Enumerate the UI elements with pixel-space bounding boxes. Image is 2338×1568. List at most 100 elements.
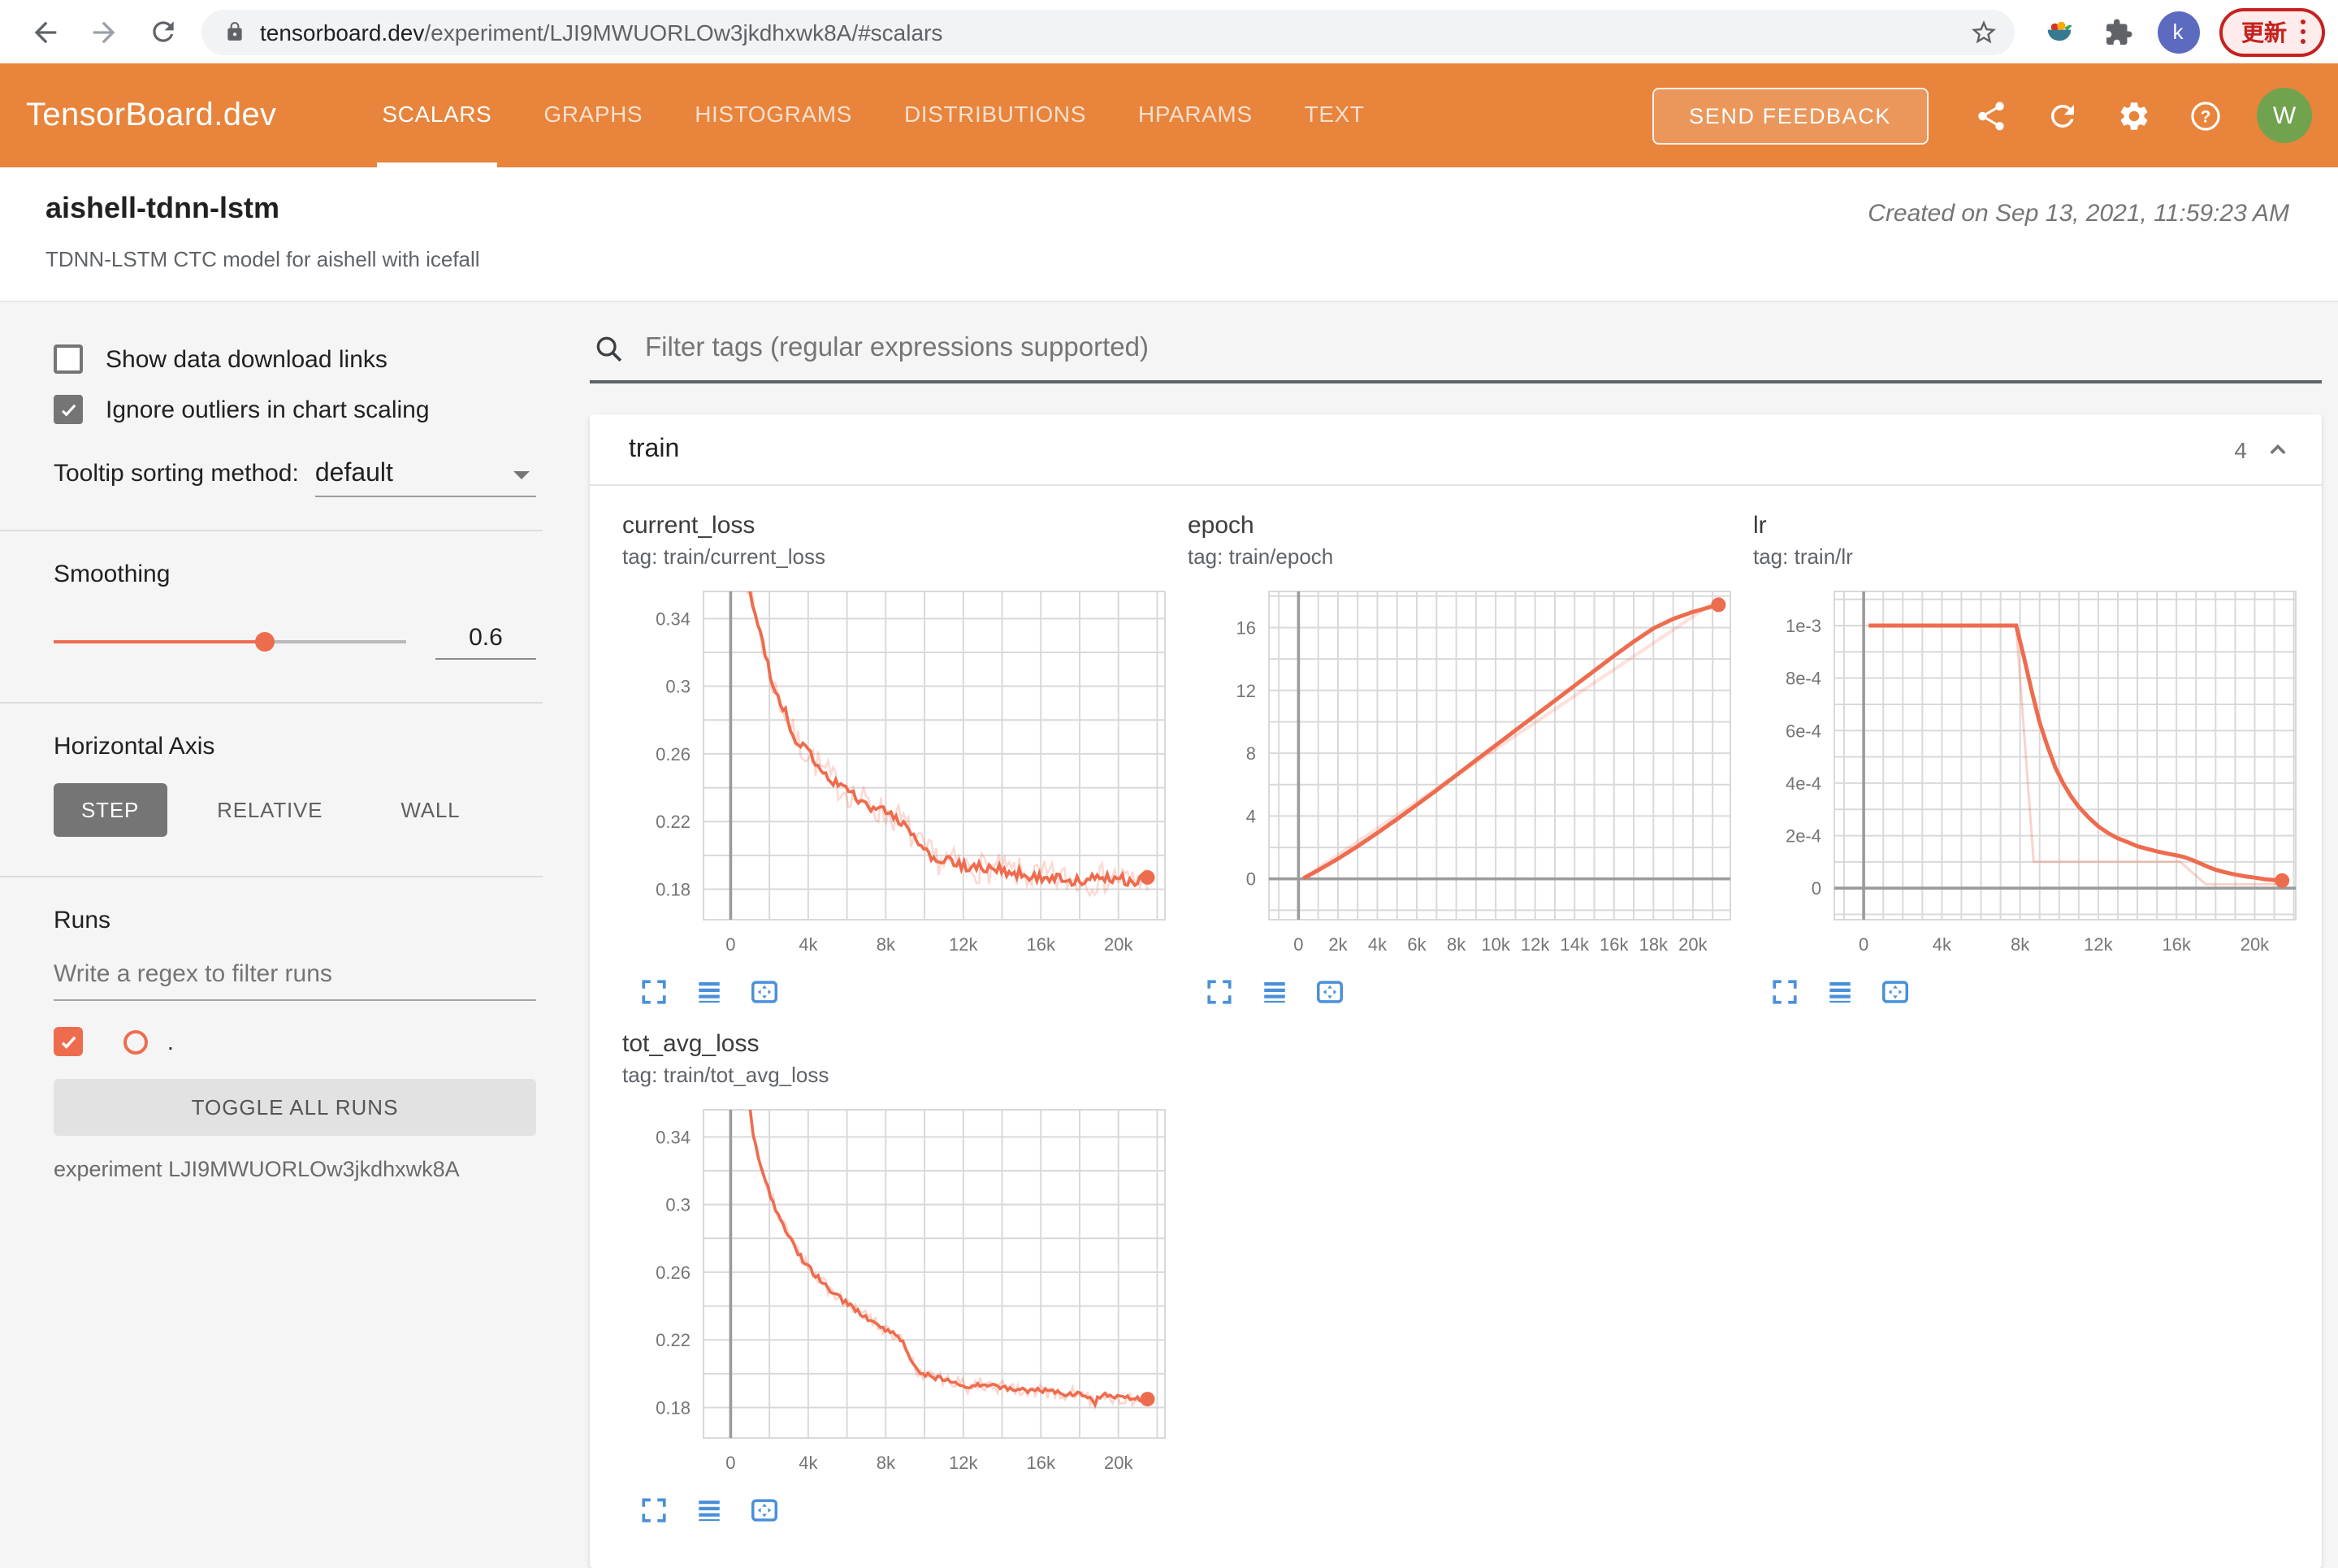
axis-step-button[interactable]: STEP <box>54 783 167 837</box>
svg-text:12: 12 <box>1236 681 1256 701</box>
chart-title: current_loss <box>622 512 756 539</box>
svg-text:2k: 2k <box>1328 934 1348 955</box>
user-avatar[interactable]: W <box>2257 88 2312 143</box>
settings-gear-icon[interactable] <box>2114 96 2153 135</box>
tag-filter-input[interactable] <box>642 331 2319 366</box>
chart-title: epoch <box>1188 512 1254 539</box>
svg-text:0.26: 0.26 <box>656 744 691 765</box>
sidebar-divider <box>0 876 543 877</box>
run-color-swatch <box>123 1029 148 1054</box>
chart-toolbar <box>1769 977 2306 1007</box>
ignore-outliers-checkbox[interactable] <box>54 395 83 424</box>
chart-title: tot_avg_loss <box>622 1030 760 1058</box>
svg-text:0: 0 <box>1859 934 1868 955</box>
scalar-chart-current-loss: current_loss tag: train/current_loss 0.1… <box>616 512 1181 1007</box>
data-lines-icon[interactable] <box>1259 977 1290 1007</box>
fit-domain-icon[interactable] <box>1880 977 1911 1007</box>
header-actions: SEND FEEDBACK ? W <box>1652 63 2312 167</box>
kebab-menu-icon <box>2300 19 2306 45</box>
chart-tag: tag: train/tot_avg_loss <box>622 1063 829 1087</box>
fit-domain-icon[interactable] <box>749 1495 780 1526</box>
chart-plot[interactable]: 0.18 0.22 0.26 0.3 0.34 0 4k 8k 12k 16k 20k <box>622 1097 1175 1484</box>
svg-text:8k: 8k <box>877 1453 896 1473</box>
svg-text:0.3: 0.3 <box>665 677 691 697</box>
runs-label: Runs <box>54 907 111 934</box>
svg-text:0.18: 0.18 <box>656 880 691 900</box>
svg-text:0.22: 0.22 <box>656 1330 691 1350</box>
svg-text:8k: 8k <box>1447 934 1466 955</box>
svg-text:8: 8 <box>1246 743 1256 764</box>
share-icon[interactable] <box>1971 96 2010 135</box>
axis-relative-button[interactable]: RELATIVE <box>189 783 350 837</box>
show-download-links-label: Show data download links <box>106 345 388 373</box>
update-label: 更新 <box>2241 19 2287 45</box>
experiment-created-date: Created on Sep 13, 2021, 11:59:23 AM <box>1868 200 2289 227</box>
tab-scalars[interactable]: SCALARS <box>377 63 497 167</box>
scalar-chart-epoch: epoch tag: train/epoch 0 4 8 12 16 0 2k 4k 6k 8k 1… <box>1181 512 1747 1007</box>
svg-text:6k: 6k <box>1407 934 1427 955</box>
run-name: . <box>167 1029 174 1055</box>
ignore-outliers-row[interactable]: Ignore outliers in chart scaling <box>54 395 536 424</box>
data-lines-icon[interactable] <box>1825 977 1855 1007</box>
tooltip-sorting-select[interactable]: default <box>314 460 536 497</box>
chart-tag: tag: train/current_loss <box>622 544 826 569</box>
chrome-update-menu-button[interactable]: 更新 <box>2219 7 2325 56</box>
tab-text[interactable]: TEXT <box>1300 63 1370 167</box>
slider-knob[interactable] <box>255 632 275 652</box>
tab-histograms[interactable]: HISTOGRAMS <box>690 63 857 167</box>
svg-text:6e-4: 6e-4 <box>1786 721 1821 741</box>
chart-plot[interactable]: 0 4 8 12 16 0 2k 4k 6k 8k 10k 12k 14k 16k 18k 20k <box>1188 578 1740 965</box>
tag-group-header[interactable]: train 4 <box>590 414 2322 486</box>
extension-bowl-icon[interactable] <box>2040 12 2079 51</box>
svg-text:20k: 20k <box>1104 1453 1133 1473</box>
svg-text:8k: 8k <box>2011 934 2030 955</box>
ignore-outliers-label: Ignore outliers in chart scaling <box>106 396 430 423</box>
horizontal-axis-buttons: STEP RELATIVE WALL <box>54 783 536 837</box>
svg-text:12k: 12k <box>1521 934 1550 955</box>
reload-icon[interactable] <box>145 14 180 50</box>
svg-text:4e-4: 4e-4 <box>1786 773 1821 794</box>
smoothing-slider[interactable] <box>54 632 406 652</box>
expand-chart-icon[interactable] <box>1769 977 1800 1007</box>
forward-icon[interactable] <box>86 14 122 50</box>
chart-plot[interactable]: 0.18 0.22 0.26 0.3 0.34 0 4k 8k 12k 16k 20k <box>622 578 1175 965</box>
tab-distributions[interactable]: DISTRIBUTIONS <box>899 63 1091 167</box>
nav-tabs: SCALARS GRAPHS HISTOGRAMS DISTRIBUTIONS … <box>377 63 1652 167</box>
data-lines-icon[interactable] <box>694 1495 725 1526</box>
show-download-links-checkbox[interactable] <box>54 344 83 374</box>
show-download-links-row[interactable]: Show data download links <box>54 344 536 374</box>
chart-plot[interactable]: 1e-3 8e-4 6e-4 4e-4 2e-4 0 0 4k 8k 12k 16k 20k <box>1753 578 2306 965</box>
tab-hparams[interactable]: HPARAMS <box>1133 63 1258 167</box>
help-icon[interactable]: ? <box>2185 96 2224 135</box>
tab-graphs[interactable]: GRAPHS <box>539 63 647 167</box>
expand-chart-icon[interactable] <box>639 1495 669 1526</box>
toggle-all-runs-button[interactable]: TOGGLE ALL RUNS <box>54 1079 536 1136</box>
axis-wall-button[interactable]: WALL <box>373 783 487 837</box>
refresh-icon[interactable] <box>2042 96 2081 135</box>
smoothing-value[interactable]: 0.6 <box>435 624 536 660</box>
sidebar-divider <box>0 530 543 531</box>
collapse-chevron-icon[interactable] <box>2263 435 2293 464</box>
svg-text:0: 0 <box>1812 878 1821 899</box>
extensions-puzzle-icon[interactable] <box>2098 12 2137 51</box>
svg-text:16k: 16k <box>1027 934 1056 955</box>
svg-text:12k: 12k <box>949 1453 978 1473</box>
chart-tag: tag: train/epoch <box>1188 544 1334 569</box>
bookmark-star-icon[interactable] <box>1968 17 1998 46</box>
url-bar[interactable]: tensorboard.dev/experiment/LJI9MWUORLOw3… <box>201 9 2014 54</box>
fit-domain-icon[interactable] <box>749 977 780 1007</box>
send-feedback-button[interactable]: SEND FEEDBACK <box>1652 87 1929 144</box>
fit-domain-icon[interactable] <box>1314 977 1345 1007</box>
browser-profile-avatar[interactable]: k <box>2157 11 2199 53</box>
search-icon <box>593 332 626 365</box>
run-checkbox[interactable] <box>54 1027 83 1056</box>
svg-text:20k: 20k <box>2241 934 2270 955</box>
expand-chart-icon[interactable] <box>639 977 669 1007</box>
data-lines-icon[interactable] <box>694 977 725 1007</box>
scalar-chart-tot-avg-loss: tot_avg_loss tag: train/tot_avg_loss 0.1… <box>616 1030 1181 1526</box>
expand-chart-icon[interactable] <box>1204 977 1235 1007</box>
runs-filter-input[interactable] <box>54 951 536 1001</box>
experiment-id-line: experiment LJI9MWUORLOw3jkdhxwk8A <box>54 1157 460 1181</box>
chevron-down-icon <box>513 470 530 479</box>
back-icon[interactable] <box>28 14 63 50</box>
